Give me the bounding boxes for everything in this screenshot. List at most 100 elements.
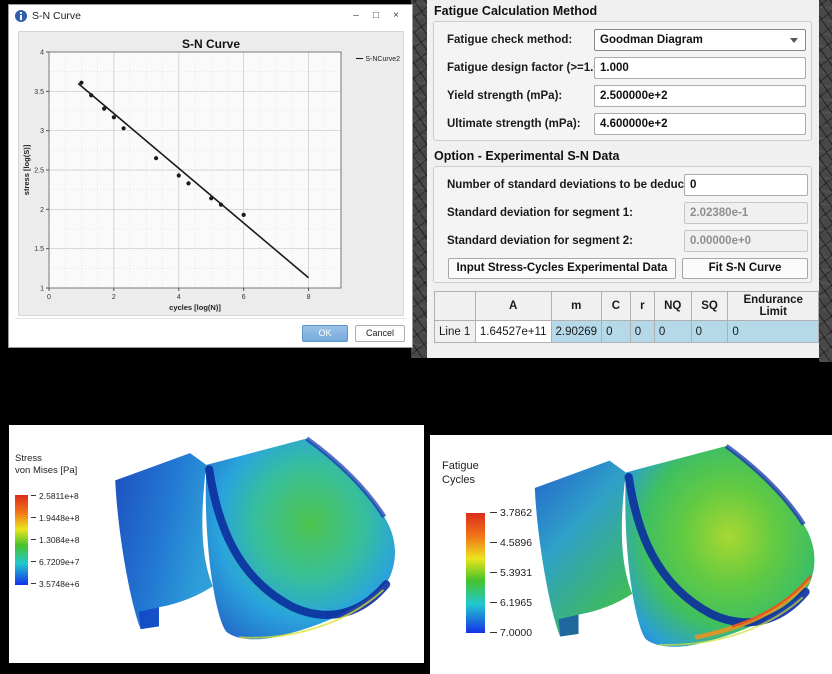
legend-title-line1: Fatigue (442, 460, 479, 474)
background-mesh-texture (411, 0, 427, 358)
maximize-button[interactable]: □ (366, 6, 386, 26)
cell-endurance-limit[interactable]: 0 (728, 321, 819, 343)
stress-legend-title: Stress von Mises [Pa] (15, 453, 77, 477)
svg-text:3.5: 3.5 (34, 89, 44, 96)
colorbar-tick-label: 1.9448e+8 (31, 513, 79, 523)
svg-text:1: 1 (40, 286, 44, 293)
legend-title-line1: Stress (15, 453, 77, 465)
background-mesh-texture (819, 0, 832, 362)
fatigue-check-method-select[interactable]: Goodman Diagram (594, 29, 806, 51)
sn-coefficients-table: A m C r NQ SQ Endurance Limit Line 1 1.6… (434, 291, 819, 343)
tick-mark (490, 542, 497, 543)
tick-mark (31, 583, 36, 584)
legend-label: S-NCurve2 (365, 56, 400, 63)
tick-mark (31, 539, 36, 540)
fit-sn-curve-button[interactable]: Fit S-N Curve (682, 258, 808, 279)
deviations-label: Number of standard deviations to be dedu… (447, 174, 705, 196)
legend-title-line2: von Mises [Pa] (15, 465, 77, 477)
segment2-input (684, 230, 808, 252)
sn-curve-window: S-N Curve – □ × S-N Curve 0 2 4 6 8 1 1.5 2 2.5 3… (8, 4, 413, 348)
design-factor-label: Fatigue design factor (>=1.0): (447, 57, 607, 79)
cell-A[interactable]: 1.64527e+11 (475, 321, 551, 343)
ultimate-strength-input[interactable] (594, 113, 806, 135)
legend-line-marker (356, 58, 363, 59)
sn-chart-panel: S-N Curve 0246811.522.533.54cycles [log(… (18, 31, 404, 316)
chart-legend: S-NCurve2 (356, 56, 400, 63)
table-row: Line 1 1.64527e+11 2.90269 0 0 0 0 0 (435, 321, 819, 343)
colorbar-tick-label: 6.7209e+7 (31, 557, 79, 567)
ok-button[interactable]: OK (302, 325, 348, 342)
col-header-A: A (475, 292, 551, 321)
svg-text:stress [log(S)]: stress [log(S)] (22, 144, 31, 195)
svg-text:3: 3 (40, 128, 44, 135)
turbine-blade-fatigue-view (522, 435, 832, 674)
cell-m[interactable]: 2.90269 (551, 321, 602, 343)
app-icon (15, 10, 27, 22)
cell-SQ[interactable]: 0 (691, 321, 728, 343)
segment2-label: Standard deviation for segment 2: (447, 230, 633, 252)
legend-title-line2: Cycles (442, 474, 479, 488)
deviations-input[interactable] (684, 174, 808, 196)
col-header-C: C (602, 292, 631, 321)
fatigue-colorbar (466, 513, 485, 633)
tick-mark (31, 517, 36, 518)
tick-mark (31, 561, 36, 562)
tick-mark (490, 572, 497, 573)
svg-text:6: 6 (242, 294, 246, 301)
section-title-experimental-data: Option - Experimental S-N Data (434, 149, 619, 163)
colorbar-tick-label: 2.5811e+8 (31, 491, 79, 501)
svg-text:8: 8 (307, 294, 311, 301)
ultimate-strength-label: Ultimate strength (mPa): (447, 113, 581, 135)
stress-colorbar (15, 495, 28, 585)
sn-curve-plot: 0 2 4 6 8 1 1.5 2 2.5 3 3.5 4 cycles [log(N)] stress … (19, 32, 405, 317)
col-header-m: m (551, 292, 602, 321)
window-title: S-N Curve (32, 10, 81, 22)
tick-mark (490, 632, 497, 633)
row-header-line1[interactable]: Line 1 (435, 321, 476, 343)
stress-result-view: Stress von Mises [Pa] 2.5811e+8 1.9448e+… (9, 425, 424, 663)
yield-strength-label: Yield strength (mPa): (447, 85, 562, 107)
titlebar: S-N Curve – □ × (9, 5, 412, 27)
svg-text:4: 4 (177, 294, 181, 301)
svg-text:4: 4 (40, 50, 44, 57)
cell-NQ[interactable]: 0 (654, 321, 691, 343)
fatigue-settings-panel: Fatigue Calculation Method Fatigue check… (427, 0, 819, 358)
fatigue-result-view: Fatigue Cycles 3.7862 4.5896 5.3931 6.19… (430, 435, 832, 674)
cell-r[interactable]: 0 (630, 321, 654, 343)
col-header-endurance-limit: Endurance Limit (728, 292, 819, 321)
yield-strength-input[interactable] (594, 85, 806, 107)
svg-text:1.5: 1.5 (34, 246, 44, 253)
experimental-data-groupbox: Number of standard deviations to be dedu… (433, 166, 812, 283)
svg-text:2: 2 (40, 207, 44, 214)
col-header-NQ: NQ (654, 292, 691, 321)
cell-C[interactable]: 0 (602, 321, 631, 343)
svg-text:0: 0 (47, 294, 51, 301)
fatigue-method-groupbox: Fatigue check method: Goodman Diagram Fa… (433, 21, 812, 141)
fatigue-legend-title: Fatigue Cycles (442, 460, 479, 488)
divider (15, 318, 406, 319)
cancel-button[interactable]: Cancel (355, 325, 405, 342)
segment1-input (684, 202, 808, 224)
col-header-SQ: SQ (691, 292, 728, 321)
section-title-fatigue-method: Fatigue Calculation Method (434, 4, 597, 18)
tick-mark (31, 495, 36, 496)
fatigue-check-method-label: Fatigue check method: (447, 29, 572, 51)
table-header-row: A m C r NQ SQ Endurance Limit (435, 292, 819, 321)
chevron-down-icon (790, 38, 798, 43)
svg-text:2: 2 (112, 294, 116, 301)
segment1-label: Standard deviation for segment 1: (447, 202, 633, 224)
colorbar-tick-label: 3.5748e+6 (31, 579, 79, 589)
col-header-blank (435, 292, 476, 321)
col-header-r: r (630, 292, 654, 321)
tick-mark (490, 602, 497, 603)
colorbar-tick-label: 1.3084e+8 (31, 535, 79, 545)
close-button[interactable]: × (386, 6, 406, 26)
turbine-blade-stress-view (91, 433, 424, 661)
svg-text:cycles [log(N)]: cycles [log(N)] (169, 303, 221, 312)
svg-text:2.5: 2.5 (34, 168, 44, 175)
design-factor-input[interactable] (594, 57, 806, 79)
input-experimental-data-button[interactable]: Input Stress-Cycles Experimental Data (448, 258, 676, 279)
minimize-button[interactable]: – (346, 6, 366, 26)
fatigue-check-method-value: Goodman Diagram (600, 34, 703, 46)
tick-mark (490, 512, 497, 513)
